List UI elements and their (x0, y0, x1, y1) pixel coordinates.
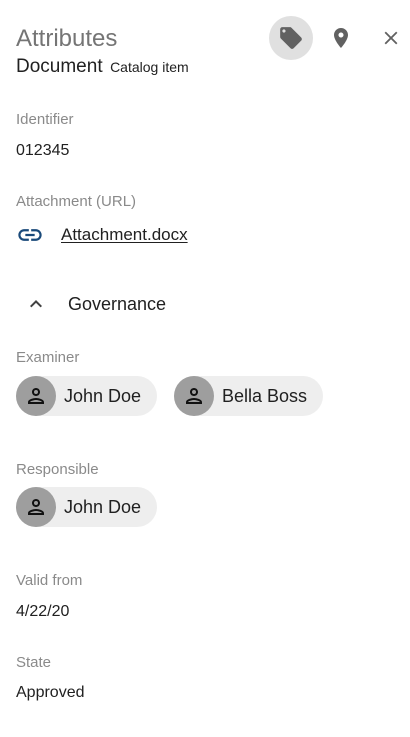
chevron-up-icon (16, 286, 56, 322)
location-pin-icon (334, 28, 348, 48)
person-name: Bella Boss (222, 385, 308, 406)
link-icon (18, 229, 42, 241)
close-icon (384, 31, 398, 45)
tag-icon (280, 27, 302, 49)
identifier-value: 012345 (16, 142, 70, 159)
attachment-link-row: Attachment.docx (16, 222, 188, 248)
person-name: John Doe (64, 385, 142, 406)
governance-section-toggle[interactable]: Governance (16, 286, 166, 322)
attachment-label: Attachment (URL) (16, 193, 137, 210)
person-chip-responsible-1[interactable]: John Doe (16, 487, 158, 527)
item-kind: Catalog item (110, 59, 189, 75)
attributes-panel: Attributes Document Catalog item Identif… (0, 0, 410, 737)
person-avatar-icon (16, 376, 56, 416)
person-chip-examiner-1[interactable]: John Doe (16, 376, 158, 416)
location-button[interactable] (319, 16, 363, 60)
item-type: Document (16, 56, 103, 77)
panel-title: Attributes (16, 25, 118, 52)
attachment-link[interactable]: Attachment.docx (61, 225, 188, 245)
person-avatar-icon (16, 487, 56, 527)
identifier-label: Identifier (16, 111, 74, 128)
valid-from-value: 4/22/20 (16, 603, 70, 620)
attributes-tab-button[interactable] (269, 16, 313, 60)
item-type-line: Document Catalog item (16, 55, 189, 80)
state-value: Approved (16, 684, 85, 701)
governance-title: Governance (68, 293, 167, 314)
valid-from-label: Valid from (16, 572, 83, 589)
person-name: John Doe (64, 496, 142, 517)
person-avatar-icon (174, 376, 214, 416)
close-button[interactable] (369, 16, 410, 60)
state-label: State (16, 654, 52, 671)
person-chip-examiner-2[interactable]: Bella Boss (174, 376, 324, 416)
examiner-label: Examiner (16, 349, 80, 366)
responsible-label: Responsible (16, 461, 99, 478)
